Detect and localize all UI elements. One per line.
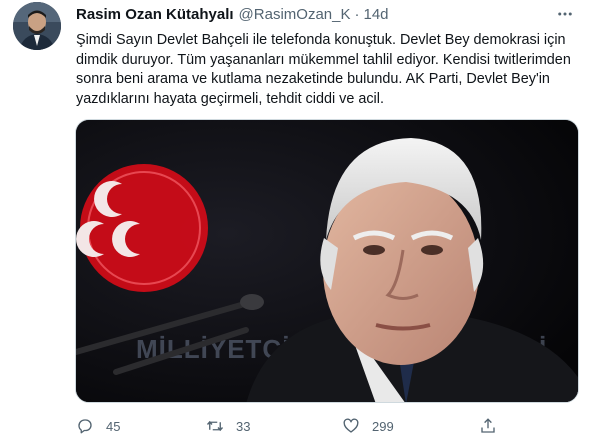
photo-illustration: MİLLİYETÇİ HAREKET PARTİSİ <box>76 120 578 402</box>
tweet[interactable]: Rasim Ozan Kütahyalı @RasimOzan_K · 14d … <box>0 0 594 447</box>
like-count: 299 <box>372 418 394 434</box>
reply-button[interactable]: 45 <box>76 414 120 438</box>
tweet-media-image[interactable]: MİLLİYETÇİ HAREKET PARTİSİ <box>75 119 579 403</box>
reply-count: 45 <box>106 418 121 434</box>
separator-dot: · <box>354 5 360 23</box>
action-bar: 45 33 299 <box>70 414 510 438</box>
share-button[interactable] <box>479 414 497 438</box>
ellipsis-icon[interactable] <box>556 4 574 24</box>
avatar[interactable] <box>13 2 61 50</box>
like-button[interactable]: 299 <box>342 414 394 438</box>
retweet-button[interactable]: 33 <box>206 414 250 438</box>
author-name[interactable]: Rasim Ozan Kütahyalı <box>76 6 234 23</box>
retweet-icon <box>206 420 224 432</box>
tweet-header: Rasim Ozan Kütahyalı @RasimOzan_K · 14d <box>76 4 574 24</box>
share-icon <box>481 418 495 433</box>
author-handle[interactable]: @RasimOzan_K <box>239 6 351 23</box>
tweet-timestamp[interactable]: 14d <box>363 6 388 23</box>
tweet-text: Şimdi Sayın Devlet Bahçeli ile telefonda… <box>76 32 571 107</box>
avatar-image <box>13 2 61 50</box>
retweet-count: 33 <box>236 418 251 434</box>
reply-icon <box>78 419 92 434</box>
heart-icon <box>343 418 359 433</box>
